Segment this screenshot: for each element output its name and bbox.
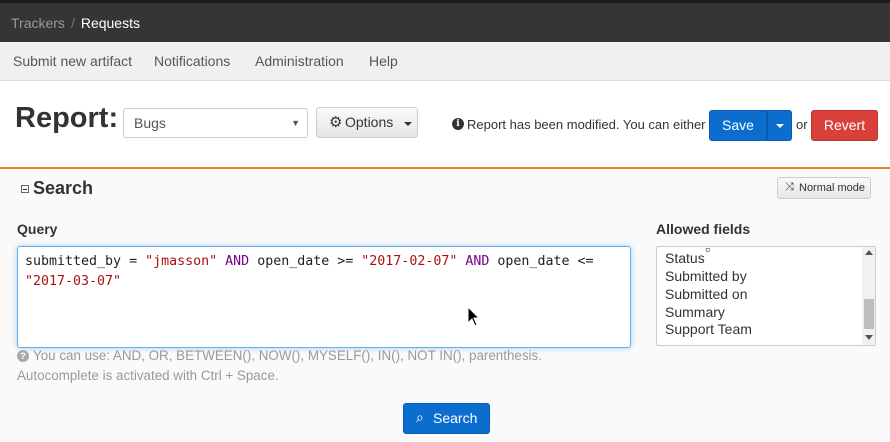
- nav-help[interactable]: Help: [369, 53, 398, 69]
- select-arrow-icon: ▼: [291, 118, 300, 128]
- question-icon: ?: [17, 350, 29, 362]
- options-button[interactable]: ⚙ Options: [316, 107, 418, 138]
- allowed-fields-label: Allowed fields: [656, 221, 751, 237]
- report-modified-message: Report has been modified. You can either: [467, 117, 706, 132]
- breadcrumb-trackers-link[interactable]: Trackers: [11, 15, 65, 31]
- options-button-label: Options: [345, 114, 394, 130]
- info-icon: i: [452, 118, 464, 130]
- search-section-title[interactable]: Search: [33, 178, 93, 199]
- query-help-text: You can use: AND, OR, BETWEEN(), NOW(), …: [33, 348, 542, 363]
- query-line-2: "2017-03-07": [25, 274, 121, 289]
- search-button-label: Search: [433, 410, 478, 426]
- scroll-up-icon[interactable]: [865, 250, 873, 255]
- query-token: [217, 254, 225, 269]
- breadcrumb-requests-link[interactable]: Requests: [81, 15, 140, 31]
- allowed-fields-list[interactable]: ▫ Status Submitted by Submitted on Summa…: [656, 246, 876, 346]
- nav-administration[interactable]: Administration: [255, 53, 344, 69]
- query-token: open_date <=: [489, 254, 594, 269]
- query-token: AND: [225, 254, 250, 269]
- query-label: Query: [17, 221, 58, 237]
- normal-mode-label: Normal mode: [799, 182, 866, 194]
- list-item-partial: ▫: [705, 246, 710, 257]
- query-token: AND: [465, 254, 490, 269]
- collapse-icon[interactable]: [21, 185, 29, 193]
- tracker-nav: Submit new artifact Notifications Admini…: [0, 42, 890, 81]
- list-scrollbar[interactable]: [862, 247, 875, 345]
- mouse-cursor-icon: [467, 306, 480, 327]
- query-token: submitted_by =: [25, 254, 146, 269]
- query-token: "jmasson": [145, 254, 218, 269]
- report-label: Report:: [15, 102, 119, 134]
- gear-icon: ⚙: [329, 114, 343, 131]
- allowed-field-item[interactable]: Summary: [665, 304, 725, 320]
- allowed-field-item[interactable]: Submitted by: [665, 268, 747, 284]
- query-token: open_date >=: [249, 254, 362, 269]
- scroll-thumb[interactable]: [864, 299, 874, 329]
- breadcrumb: Trackers / Requests: [11, 15, 140, 31]
- scroll-down-icon[interactable]: [865, 335, 873, 340]
- revert-button[interactable]: Revert: [811, 110, 878, 141]
- search-icon: ⌕: [416, 409, 424, 425]
- autocomplete-help-text: Autocomplete is activated with Ctrl + Sp…: [17, 368, 279, 383]
- top-bar: Trackers / Requests: [0, 0, 890, 42]
- allowed-field-item[interactable]: Submitted on: [665, 286, 748, 302]
- save-button[interactable]: Save: [709, 110, 767, 141]
- report-select-value: Bugs: [134, 115, 166, 131]
- query-editor[interactable]: submitted_by = "jmasson" AND open_date >…: [17, 246, 631, 348]
- nav-notifications[interactable]: Notifications: [154, 53, 230, 69]
- report-select[interactable]: Bugs ▼: [123, 108, 308, 138]
- breadcrumb-separator: /: [70, 15, 75, 31]
- query-token: "2017-03-07": [25, 274, 122, 289]
- query-line-1: submitted_by = "jmasson" AND open_date >…: [25, 254, 593, 269]
- shuffle-icon: ⤨: [785, 181, 794, 193]
- or-label: or: [796, 117, 808, 132]
- normal-mode-button[interactable]: ⤨ Normal mode: [777, 177, 871, 199]
- save-options-toggle[interactable]: [767, 110, 792, 141]
- nav-submit-new-artifact[interactable]: Submit new artifact: [13, 53, 132, 69]
- query-token: "2017-02-07": [361, 254, 458, 269]
- caret-down-icon: [776, 124, 784, 128]
- allowed-field-item[interactable]: Support Team: [665, 321, 752, 337]
- search-button[interactable]: ⌕ Search: [403, 403, 490, 434]
- allowed-field-item[interactable]: Status: [665, 250, 705, 266]
- caret-down-icon: [404, 122, 412, 126]
